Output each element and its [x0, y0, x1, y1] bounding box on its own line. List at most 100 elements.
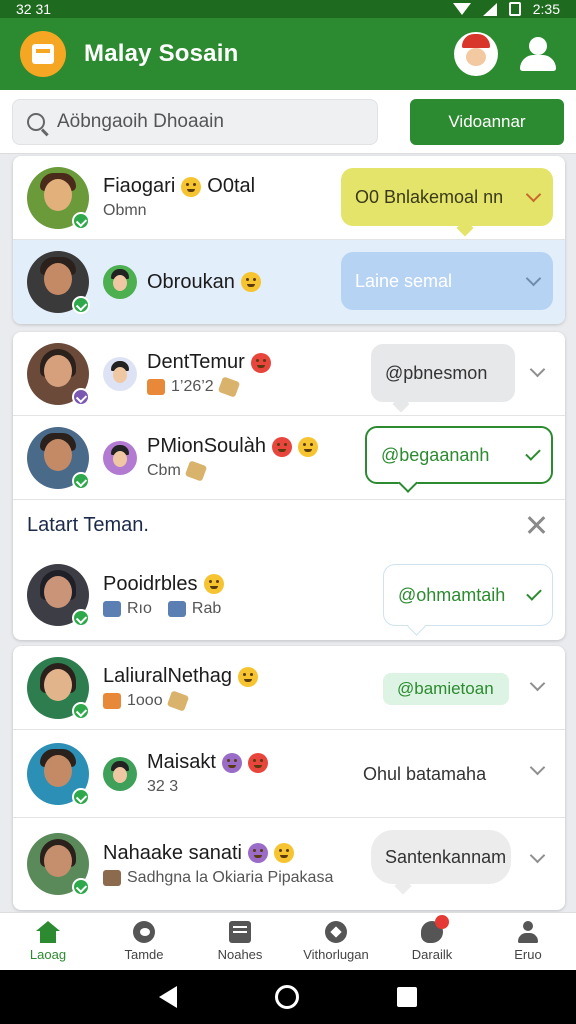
list-item[interactable]: Pooidrbles Rıo Rab @ohmamtaih [13, 550, 565, 640]
chevron-down-icon[interactable] [525, 270, 542, 287]
smile-emoji-icon [203, 574, 224, 594]
mini-avatar [103, 265, 137, 299]
friend-card-1: Fiaogari O0tal Obmn O0 Bnlakemoal nn Obr… [13, 156, 565, 324]
soccer-ball-icon [325, 921, 347, 943]
search-box[interactable] [12, 98, 378, 145]
bubble-text: @ohmamtaih [398, 584, 506, 605]
message-bubble[interactable]: O0 Bnlakemoal nn [341, 168, 553, 226]
section-header: Latart Teman. [13, 500, 565, 550]
contact-subtitle: Cbm [147, 462, 181, 479]
list-item[interactable]: PMionSoulàh Cbm @begaananh [13, 416, 565, 500]
bubble-text: Laine semal [355, 270, 453, 291]
list-item[interactable]: Fiaogari O0tal Obmn O0 Bnlakemoal nn [13, 156, 565, 240]
avatar [27, 342, 90, 406]
friend-card-3: LaliuralNethag 1ooo @bamietoan Maisakt 3… [13, 646, 565, 910]
message-bubble[interactable]: @begaananh [365, 426, 553, 484]
close-icon[interactable] [527, 516, 545, 534]
notification-badge [435, 915, 449, 929]
home-icon [36, 921, 60, 943]
nav-chat[interactable]: Darailk [384, 913, 480, 970]
avatar [27, 564, 90, 627]
primary-action-button[interactable]: Vidoannar [410, 98, 564, 145]
chevron-down-icon[interactable] [525, 186, 542, 203]
nav-label: Laoag [29, 947, 67, 962]
list-item[interactable]: LaliuralNethag 1ooo @bamietoan [13, 646, 565, 730]
pencil-icon [184, 460, 207, 482]
list-item[interactable]: Maisakt 32 3 Ohul batamaha [13, 730, 565, 818]
verified-badge-icon [72, 211, 90, 230]
heart-eyes-emoji-icon [250, 352, 271, 373]
list-item[interactable]: Nahaake sanati Sadhgna la Okiaria Pipaka… [13, 818, 565, 910]
verified-badge-icon [72, 609, 90, 627]
search-icon [27, 112, 45, 131]
verified-badge-icon [72, 701, 90, 720]
status-time-left: 32 31 [16, 1, 52, 17]
verified-badge-icon [72, 787, 90, 806]
nav-home[interactable]: Laoag [0, 913, 96, 970]
devil-emoji-icon [247, 843, 268, 863]
nav-label: Noahes [217, 947, 263, 962]
avatar [27, 742, 90, 806]
contact-subtitle-b: Rab [191, 599, 222, 617]
avatar [27, 166, 90, 230]
signal-icon [482, 2, 497, 16]
flower-icon [147, 379, 165, 395]
home-circle-icon[interactable] [275, 985, 299, 1009]
app-logo-icon [20, 31, 66, 77]
nav-label: Darailk [411, 947, 453, 962]
star-eyes-emoji-icon [247, 752, 268, 773]
message-bubble[interactable]: @ohmamtaih [383, 564, 553, 626]
bubble-text: @bamietoan [397, 679, 494, 698]
contact-subtitle: 1ooo [127, 692, 163, 709]
nav-news[interactable]: Noahes [192, 913, 288, 970]
contact-name: Obroukan [147, 270, 235, 293]
bottom-navigation: Laoag Tamde Noahes Vithorlugan Darailk E… [0, 912, 576, 970]
smile-emoji-icon [181, 176, 202, 197]
message-bubble[interactable]: Santenkannam [371, 830, 511, 884]
contact-subtitle-a: Rıo [127, 599, 152, 617]
status-time-right: 2:35 [532, 1, 560, 17]
monkey-icon [103, 869, 121, 886]
contact-subtitle: Obmn [103, 202, 147, 219]
nav-sports[interactable]: Vithorlugan [288, 913, 384, 970]
list-item[interactable]: Obroukan Laine semal [13, 240, 565, 324]
avatar [27, 426, 90, 490]
mini-avatar [103, 356, 137, 391]
app-title: Malay Sosain [84, 40, 239, 67]
system-navigation-bar [0, 970, 576, 1024]
contact-subtitle: 1’26’2 [171, 378, 214, 395]
contact-name: Nahaake sanati [103, 841, 242, 864]
avatar [27, 833, 90, 896]
mascot-avatar[interactable] [454, 32, 498, 76]
nav-label: Eruo [514, 947, 542, 962]
bubble-text: @pbnesmon [385, 362, 488, 383]
nav-label: Vithorlugan [303, 947, 369, 962]
contact-name: PMionSoulàh [147, 435, 266, 457]
contact-name-suffix: O0tal [207, 175, 256, 197]
contact-name: Pooidrbles [103, 572, 198, 595]
message-preview[interactable]: Ohul batamaha [363, 760, 533, 788]
message-bubble[interactable]: Laine semal [341, 252, 553, 310]
group-icon [103, 600, 121, 617]
back-icon[interactable] [159, 986, 177, 1008]
contact-subtitle: 32 3 [147, 778, 179, 795]
smile-emoji-icon [273, 843, 294, 863]
nav-profile[interactable]: Eruo [480, 913, 576, 970]
contact-name: LaliuralNethag [103, 665, 232, 687]
verified-badge-icon [72, 471, 90, 490]
search-input[interactable] [57, 110, 357, 133]
recent-apps-icon[interactable] [397, 987, 417, 1007]
list-item[interactable]: DentTemur 1’26’2 @pbnesmon [13, 332, 565, 416]
message-bubble[interactable]: @bamietoan [383, 673, 509, 705]
bubble-text: O0 Bnlakemoal nn [355, 186, 504, 207]
pencil-icon [217, 376, 240, 398]
bubble-text: Santenkannam [385, 846, 507, 867]
message-bubble[interactable]: @pbnesmon [371, 344, 515, 402]
smile-emoji-icon [297, 436, 318, 457]
verified-badge-icon [72, 387, 90, 406]
heart-circle-icon [133, 921, 155, 943]
nav-tamde[interactable]: Tamde [96, 913, 192, 970]
bubble-text: @begaananh [381, 444, 490, 465]
hug-emoji-icon [240, 272, 261, 292]
friends-icon[interactable] [520, 37, 556, 71]
